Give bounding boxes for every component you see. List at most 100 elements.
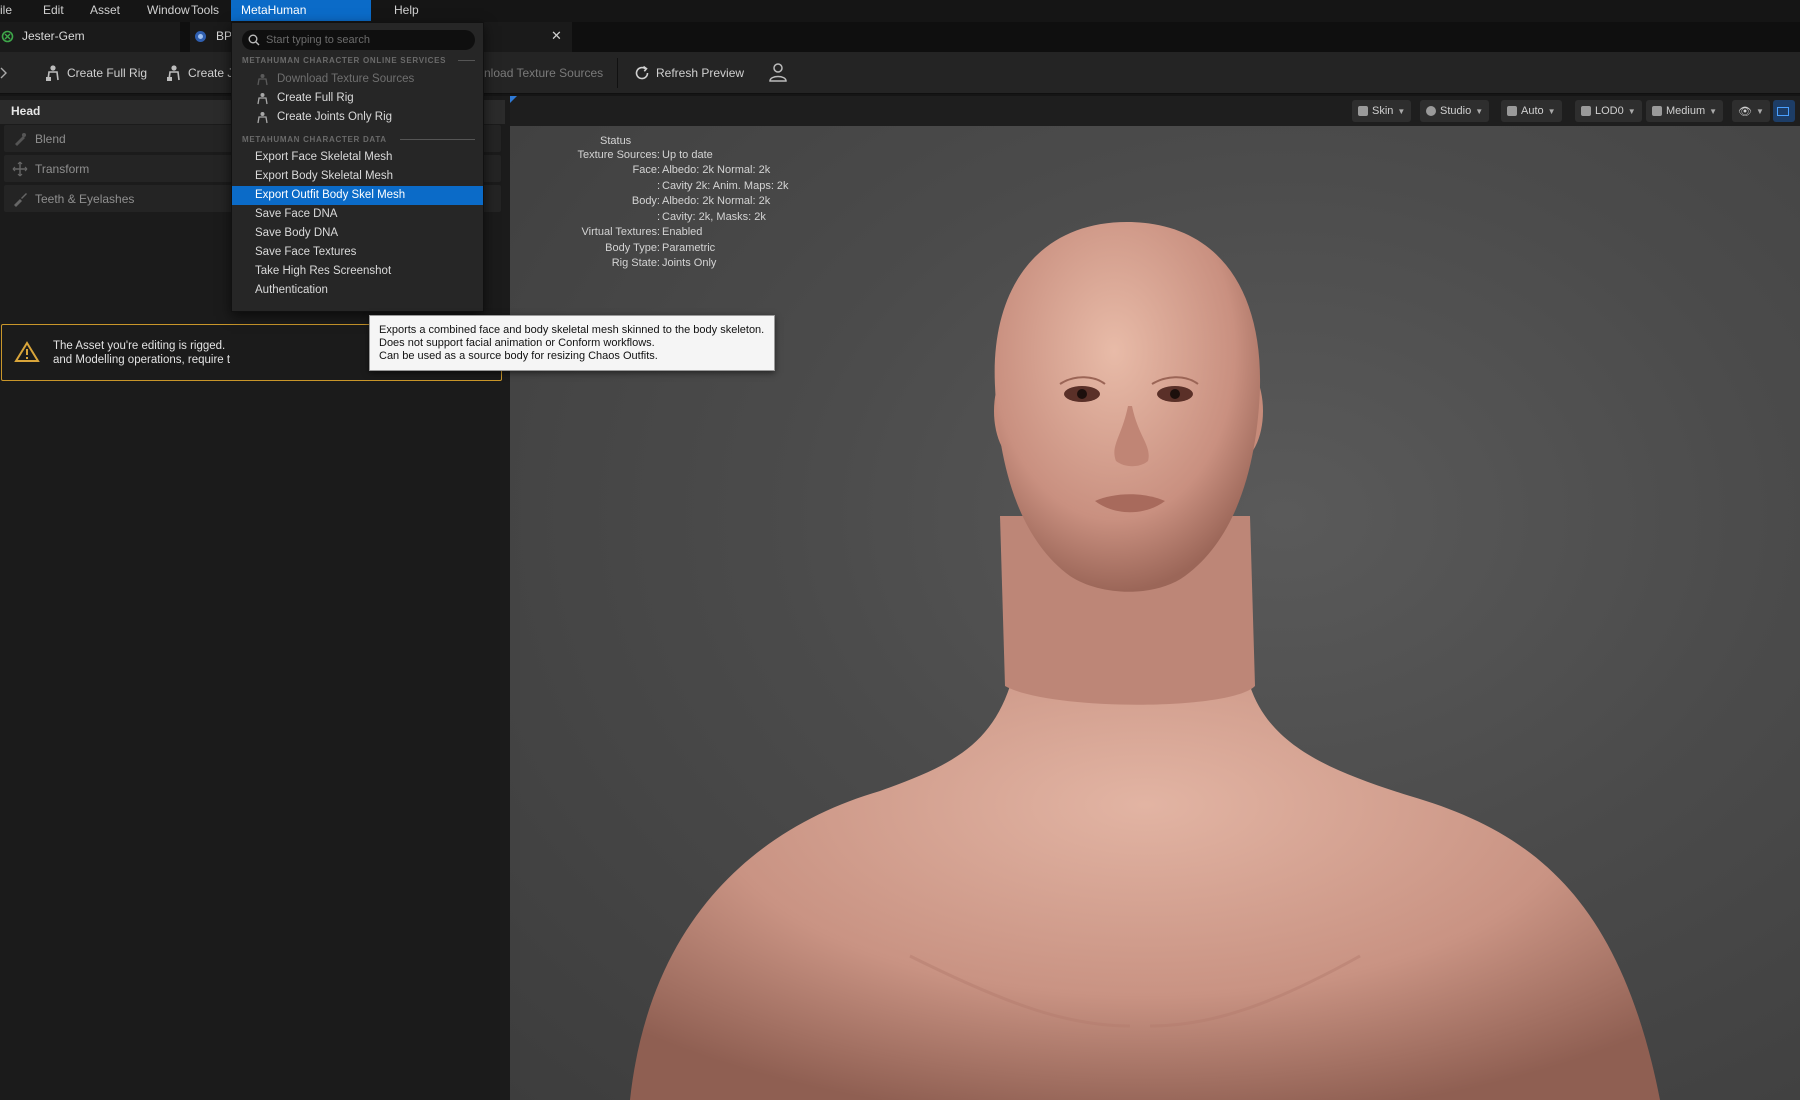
menu-item-create-joints-only-rig[interactable]: Create Joints Only Rig — [232, 108, 483, 127]
eye-icon: 👁 — [1738, 105, 1752, 118]
light-bulb-icon — [1426, 106, 1436, 116]
visibility-dropdown[interactable]: 👁 ▼ — [1732, 100, 1770, 122]
chevron-down-icon: ▼ — [1627, 106, 1636, 116]
skin-icon — [1358, 106, 1368, 116]
status-title: Status — [600, 135, 632, 147]
viewport[interactable]: Skin ▼ Studio ▼ Auto ▼ LOD0 ▼ Medium ▼ 👁 ▼ — [510, 96, 1800, 1100]
refresh-icon — [635, 65, 649, 80]
menu-item-label: Export Body Skeletal Mesh — [255, 170, 394, 182]
head-section-title: Head — [11, 104, 41, 118]
menu-item-label: Authentication — [255, 284, 328, 296]
character-render — [630, 222, 1660, 1100]
teeth-eyelashes-label: Teeth & Eyelashes — [35, 192, 135, 206]
quality-dropdown[interactable]: Medium ▼ — [1646, 100, 1724, 122]
menu-item-label: Save Face DNA — [255, 208, 338, 220]
viewport-corner-marker — [510, 96, 517, 103]
menu-item-label: Save Body DNA — [255, 227, 339, 239]
status-key: Virtual Textures: — [581, 226, 660, 238]
status-key: Rig State: — [611, 257, 660, 269]
menu-item-label: Export Outfit Body Skel Mesh — [255, 189, 406, 201]
status-key: Face: — [632, 164, 660, 176]
joints-rig-icon — [257, 112, 268, 124]
menu-item-label: Create Joints Only Rig — [277, 111, 393, 123]
refresh-preview-label: Refresh Preview — [656, 66, 745, 80]
tab-jester-gem[interactable]: Jester-Gem — [0, 22, 180, 52]
auto-label: Auto — [1521, 105, 1544, 117]
menu-search-input[interactable] — [266, 32, 466, 48]
menu-tools[interactable]: Tools — [181, 0, 229, 21]
menu-item-authentication[interactable]: Authentication — [232, 281, 483, 300]
create-full-rig-button[interactable]: Create Full Rig — [44, 60, 147, 86]
skin-dropdown[interactable]: Skin ▼ — [1352, 100, 1412, 122]
menu-help[interactable]: Help — [384, 0, 429, 21]
menu-asset[interactable]: Asset — [80, 0, 130, 21]
warning-icon — [14, 341, 40, 362]
menu-item-save-face-textures[interactable]: Save Face Textures — [232, 243, 483, 262]
menu-item-label: Export Face Skeletal Mesh — [255, 151, 393, 163]
tooltip-line: Does not support facial animation or Con… — [379, 337, 655, 349]
menu-edit[interactable]: Edit — [33, 0, 74, 21]
create-full-rig-label: Create Full Rig — [67, 66, 148, 80]
blueprint-icon — [195, 31, 206, 42]
auto-dropdown[interactable]: Auto ▼ — [1501, 100, 1562, 122]
studio-dropdown[interactable]: Studio ▼ — [1420, 100, 1490, 122]
brush-icon — [14, 193, 27, 207]
toolbar-separator — [617, 58, 618, 88]
close-tab-icon[interactable]: ✕ — [551, 28, 562, 44]
menu-item-export-body-skeletal-mesh[interactable]: Export Body Skeletal Mesh — [232, 167, 483, 186]
chevron-down-icon: ▼ — [1709, 106, 1718, 116]
rig-icon — [46, 65, 59, 81]
chevron-down-icon: ▼ — [1397, 106, 1406, 116]
menu-item-label: Download Texture Sources — [277, 73, 415, 85]
menu-item-take-high-res-screenshot[interactable]: Take High Res Screenshot — [232, 262, 483, 281]
status-value: Albedo: 2k Normal: 2k — [662, 164, 771, 176]
lod-dropdown[interactable]: LOD0 ▼ — [1575, 100, 1642, 122]
menu-item-download-texture-sources[interactable]: Download Texture Sources — [232, 70, 483, 89]
download-texture-sources-label: nload Texture Sources — [484, 66, 604, 80]
status-key: Texture Sources: — [577, 149, 660, 161]
menu-search-box[interactable] — [242, 30, 475, 50]
chevron-down-icon: ▼ — [1547, 106, 1556, 116]
viewport-canvas[interactable]: Status Texture Sources: Up to date Face: A… — [510, 126, 1800, 1100]
section-online-services: METAHUMAN CHARACTER ONLINE SERVICES — [242, 56, 447, 65]
menu-item-save-body-dna[interactable]: Save Body DNA — [232, 224, 483, 243]
menu-file[interactable]: ile — [0, 0, 22, 21]
status-value: Up to date — [662, 149, 713, 161]
status-value: Albedo: 2k Normal: 2k — [662, 195, 771, 207]
menu-item-export-outfit-body-skel-mesh[interactable]: Export Outfit Body Skel Mesh — [232, 186, 483, 205]
status-key: Body: — [631, 195, 660, 207]
quality-label: Medium — [1666, 105, 1706, 117]
metahuman-character-menu: METAHUMAN CHARACTER ONLINE SERVICES Down… — [231, 22, 484, 312]
download-texture-sources-button[interactable]: nload Texture Sources — [484, 60, 603, 86]
section-character-data: METAHUMAN CHARACTER DATA — [242, 135, 387, 144]
refresh-preview-button[interactable]: Refresh Preview — [633, 60, 744, 86]
camera-icon — [1507, 106, 1517, 116]
toolbar-overflow-icon[interactable] — [0, 66, 8, 80]
user-icon[interactable] — [767, 61, 789, 83]
search-icon — [248, 34, 260, 46]
gem-icon — [1652, 106, 1662, 116]
menu-item-label: Take High Res Screenshot — [255, 265, 392, 277]
status-value: Cavity 2k: Anim. Maps: 2k — [662, 180, 789, 192]
menu-item-tooltip: Exports a combined face and body skeleta… — [369, 315, 775, 371]
menu-item-save-face-dna[interactable]: Save Face DNA — [232, 205, 483, 224]
blend-icon — [15, 133, 26, 146]
transform-label: Transform — [35, 162, 90, 176]
menu-item-export-face-skeletal-mesh[interactable]: Export Face Skeletal Mesh — [232, 148, 483, 167]
menu-metahuman-character[interactable]: MetaHuman Character — [231, 0, 371, 38]
create-joints-button[interactable]: Create Jo — [165, 60, 240, 86]
status-value: Parametric — [662, 242, 716, 254]
layout-toggle[interactable] — [1773, 100, 1795, 122]
skin-label: Skin — [1372, 105, 1394, 117]
viewport-toolbar: Skin ▼ Studio ▼ Auto ▼ LOD0 ▼ Medium ▼ 👁 ▼ — [510, 96, 1800, 126]
menu-item-create-full-rig[interactable]: Create Full Rig — [232, 89, 483, 108]
section-divider — [400, 139, 475, 140]
status-value: Joints Only — [662, 257, 717, 269]
status-key: Body Type: — [605, 242, 660, 254]
tab-label: BP — [216, 29, 233, 43]
rig-icon — [257, 93, 268, 105]
joints-rig-icon — [167, 65, 180, 81]
blend-label: Blend — [35, 132, 66, 146]
layout-icon — [1777, 106, 1789, 116]
menu-item-label: Create Full Rig — [277, 92, 354, 104]
